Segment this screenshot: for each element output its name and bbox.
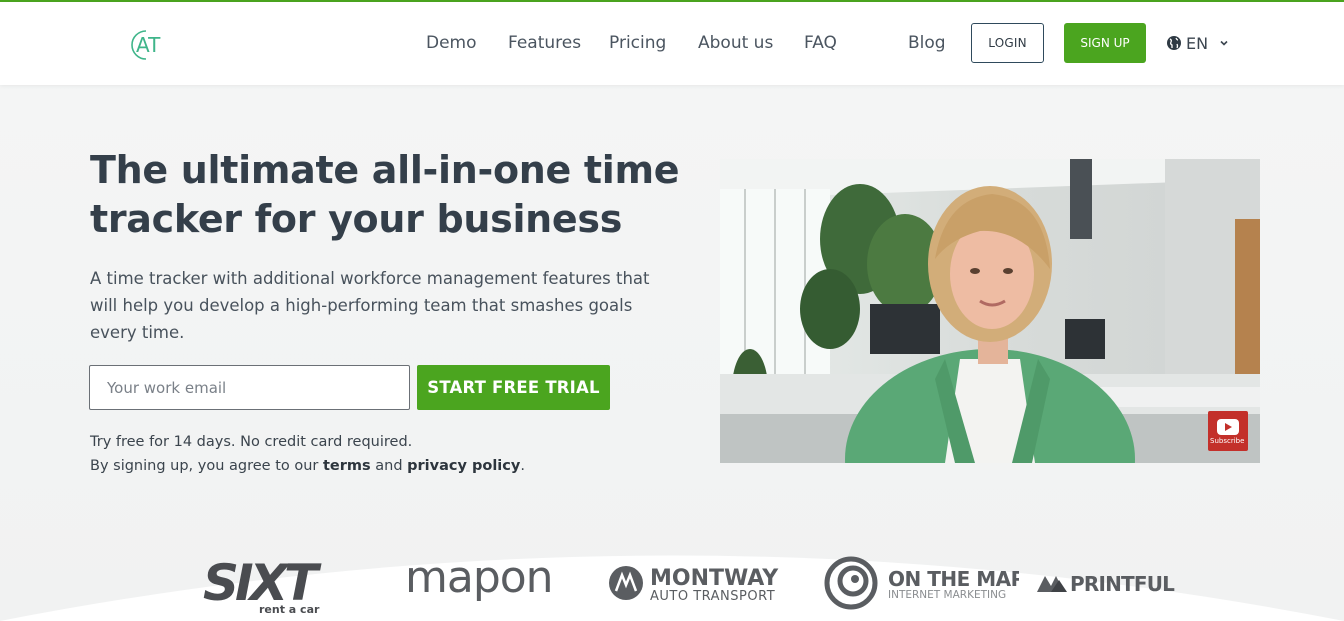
hero-title-line-1: The ultimate all-in-one time [90,148,680,192]
on-the-map-logo-text: ON THE MAP [888,567,1019,591]
language-selector[interactable]: EN [1166,33,1230,53]
subscribe-label: Subscribe [1210,437,1245,445]
chevron-down-icon [1220,40,1228,46]
montway-logo-icon: MONTWAY AUTO TRANSPORT [609,566,779,604]
brand-logo-text: AT [136,33,161,57]
client-logo-printful: PRINTFUL [1037,570,1182,598]
printful-logo-text: PRINTFUL [1070,572,1175,596]
sixt-logo-icon: SIXT rent a car [203,554,326,616]
nav-demo[interactable]: Demo [426,33,477,53]
hero-title-line-2: tracker for your business [90,197,623,241]
client-logo-sixt: SIXT rent a car [203,548,343,616]
brand-logo[interactable]: AT [129,28,169,62]
terms-note-period: . [520,458,525,474]
login-button[interactable]: LOGIN [971,23,1044,63]
montway-logo-text: MONTWAY [650,566,779,591]
nav-blog[interactable]: Blog [908,33,946,53]
terms-note-and: and [375,458,403,474]
trial-note: Try free for 14 days. No credit card req… [90,434,413,450]
signup-button[interactable]: SIGN UP [1064,23,1146,63]
nav-about-us[interactable]: About us [698,33,773,53]
globe-icon [1167,36,1181,50]
sixt-logo-tagline: rent a car [259,603,320,616]
montway-logo-tagline: AUTO TRANSPORT [650,589,775,604]
start-free-trial-button[interactable]: START FREE TRIAL [417,365,610,410]
client-logo-mapon: mapon [405,552,575,612]
youtube-subscribe-button[interactable] [1208,411,1248,451]
hero-lead: A time tracker with additional workforce… [90,269,650,342]
printful-logo-icon: PRINTFUL [1037,572,1176,596]
client-logo-montway: MONTWAY AUTO TRANSPORT [607,562,802,606]
client-logo-on-the-map: ON THE MAP INTERNET MARKETING [824,556,1025,610]
terms-note: By signing up, you agree to our terms an… [90,458,525,474]
terms-link[interactable]: terms [323,458,371,474]
hero-title: The ultimate all-in-one time tracker for… [90,146,690,244]
video-frame-image [720,159,1260,463]
language-label: EN [1186,33,1209,53]
nav-features[interactable]: Features [508,33,581,53]
nav-faq[interactable]: FAQ [804,33,837,53]
privacy-policy-link[interactable]: privacy policy [407,458,520,474]
intro-video-player[interactable] [720,159,1260,463]
on-the-map-logo-icon: ON THE MAP INTERNET MARKETING [824,556,1025,610]
mapon-logo-icon: mapon [405,552,554,603]
site-header: AT Demo Features Pricing About us FAQ Bl… [0,2,1344,85]
terms-note-prefix: By signing up, you agree to our [90,458,319,474]
brand-logo-icon: AT [131,30,161,60]
youtube-icon [1217,419,1239,435]
mapon-logo-text: mapon [405,552,553,603]
nav-pricing[interactable]: Pricing [609,33,666,53]
on-the-map-logo-tagline: INTERNET MARKETING [888,589,1006,601]
work-email-input[interactable] [89,365,410,410]
